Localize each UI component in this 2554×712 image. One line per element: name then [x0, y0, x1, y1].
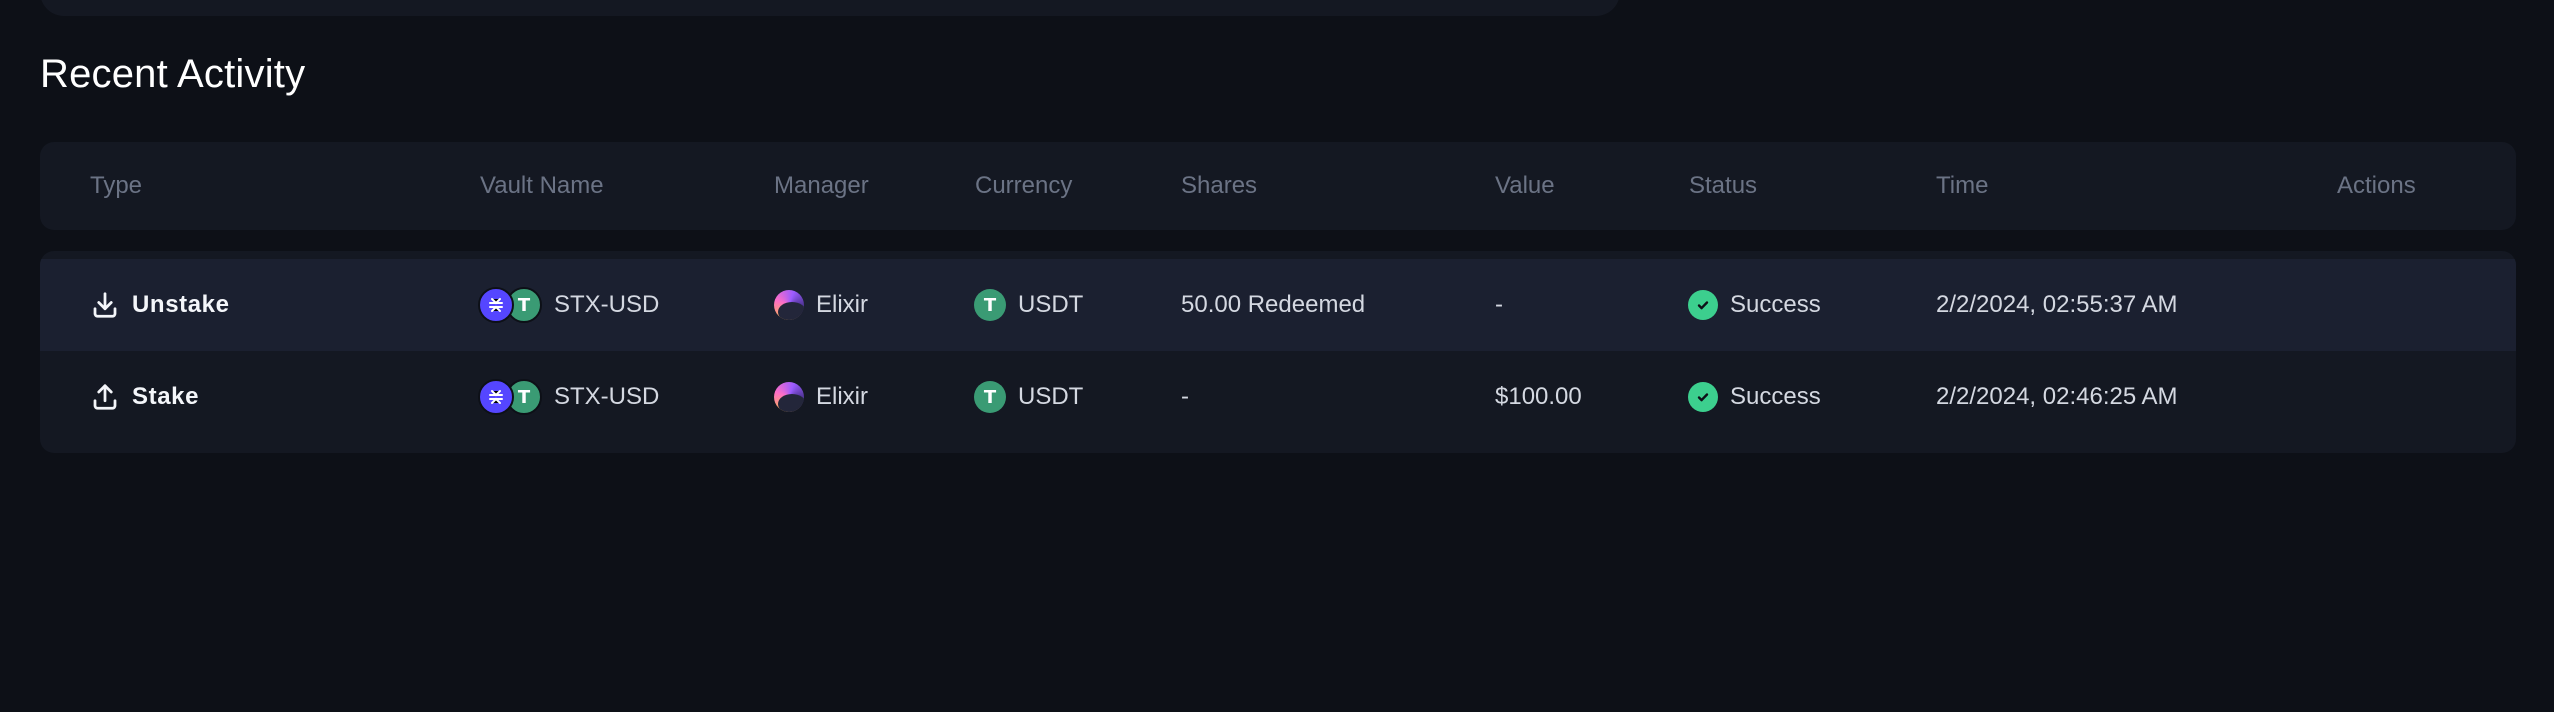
status-label: Success — [1730, 383, 1821, 410]
elixir-logo-icon — [774, 382, 804, 412]
column-manager: Manager — [774, 172, 869, 199]
shares-cell: 50.00 Redeemed — [1181, 291, 1366, 318]
column-type: Type — [90, 172, 143, 199]
type-cell: Unstake — [90, 259, 230, 351]
column-currency: Currency — [975, 172, 1073, 199]
manager-name: Elixir — [816, 383, 868, 410]
type-label: Stake — [132, 383, 200, 410]
column-status: Status — [1689, 172, 1758, 199]
stx-icon — [478, 379, 514, 415]
currency-cell: T USDT — [974, 351, 1083, 443]
section-title: Recent Activity — [40, 52, 306, 96]
value-cell: $100.00 — [1495, 383, 1582, 410]
vault-cell[interactable]: T STX-USD — [478, 351, 659, 443]
time-cell: 2/2/2024, 02:46:25 AM — [1936, 383, 2178, 410]
table-row[interactable]: Unstake T STX-USD Elixir T USDT 50.00 Re… — [40, 259, 2516, 351]
type-cell: Stake — [90, 351, 199, 443]
vault-cell[interactable]: T STX-USD — [478, 259, 659, 351]
previous-card — [40, 0, 1620, 16]
currency-name: USDT — [1018, 291, 1084, 318]
stx-icon — [478, 287, 514, 323]
activity-table: Unstake T STX-USD Elixir T USDT 50.00 Re… — [40, 251, 2516, 453]
value-cell: - — [1495, 291, 1503, 318]
table-header: Type Vault Name Manager Currency Shares … — [40, 142, 2516, 230]
currency-cell: T USDT — [974, 259, 1083, 351]
column-value: Value — [1495, 172, 1555, 199]
currency-name: USDT — [1018, 383, 1084, 410]
manager-cell[interactable]: Elixir — [774, 259, 868, 351]
column-shares: Shares — [1181, 172, 1258, 199]
check-circle-icon — [1688, 382, 1718, 412]
download-icon — [93, 292, 117, 318]
table-row[interactable]: Stake T STX-USD Elixir T USDT - $100.00 — [40, 351, 2516, 443]
manager-cell[interactable]: Elixir — [774, 351, 868, 443]
column-vault-name: Vault Name — [480, 172, 604, 199]
usdt-icon: T — [974, 381, 1006, 413]
usdt-icon: T — [974, 289, 1006, 321]
manager-name: Elixir — [816, 291, 868, 318]
status-label: Success — [1730, 291, 1821, 318]
column-time: Time — [1936, 172, 1989, 199]
vault-pair-icon: T — [478, 287, 542, 323]
vault-name: STX-USD — [554, 383, 660, 410]
type-label: Unstake — [132, 291, 230, 318]
time-cell: 2/2/2024, 02:55:37 AM — [1936, 291, 2178, 318]
elixir-logo-icon — [774, 290, 804, 320]
status-cell: Success — [1688, 259, 1821, 351]
column-actions: Actions — [2337, 172, 2416, 199]
check-circle-icon — [1688, 290, 1718, 320]
status-cell: Success — [1688, 351, 1821, 443]
vault-name: STX-USD — [554, 291, 660, 318]
shares-cell: - — [1181, 383, 1189, 410]
vault-pair-icon: T — [478, 379, 542, 415]
upload-icon — [93, 384, 117, 410]
